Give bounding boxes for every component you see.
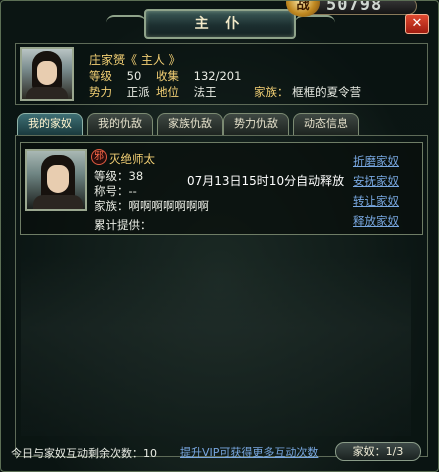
close-button[interactable]: ✕ [405, 14, 429, 34]
player-rank-row: 地位 法王 [156, 84, 217, 100]
tab-bar: 我的家奴 我的仇敌 家族仇敌 势力仇敌 动态信息 [15, 113, 428, 135]
servant-avatar-robe [33, 195, 83, 209]
servant-count-button[interactable]: 家奴：1/3 [335, 442, 421, 461]
tab-activity-info[interactable]: 动态信息 [293, 113, 359, 135]
player-faction-row: 势力 正派 [89, 84, 159, 100]
player-rank-label: 地位 [156, 85, 179, 99]
servant-family: 家族：啊啊啊啊啊啊啊 [94, 199, 209, 213]
player-family-row: 家族： 框框的夏令营 [254, 84, 361, 100]
player-rank-value: 法王 [193, 85, 217, 99]
player-avatar [20, 47, 74, 101]
player-level-row: 等级 50 [89, 68, 159, 84]
servant-title: 称号：-- [94, 184, 137, 198]
vip-upgrade-link[interactable]: 提升VIP可获得更多互动次数 [180, 444, 318, 460]
auto-release-time: 07月13日15时10分自动释放 [187, 174, 345, 188]
servant-avatar-face [47, 165, 69, 193]
comfort-servant-link[interactable]: 安抚家奴 [353, 173, 399, 189]
player-collect-row: 收集 132/201 [156, 68, 241, 84]
avatar-robe [26, 87, 68, 99]
avatar-face [37, 61, 57, 85]
player-level-value: 50 [126, 69, 142, 83]
player-faction-value: 正派 [126, 85, 150, 99]
title-ornament-right [295, 15, 335, 29]
tab-faction-enemies[interactable]: 势力仇敌 [223, 113, 289, 135]
player-collect-value: 132/201 [193, 69, 242, 83]
tab-family-enemies[interactable]: 家族仇敌 [157, 113, 223, 135]
servant-contribution: 累计提供： [94, 218, 152, 232]
release-servant-link[interactable]: 释放家奴 [353, 213, 399, 229]
player-collect-label: 收集 [156, 69, 179, 83]
combat-power-value: 50798 [326, 0, 383, 15]
player-family-value: 框框的夏令营 [292, 85, 362, 99]
title-ornament-left [106, 15, 146, 29]
transfer-servant-link[interactable]: 转让家奴 [353, 193, 399, 209]
player-level-label: 等级 [89, 69, 112, 83]
remaining-interactions: 今日与家奴互动剩余次数：10 [11, 447, 157, 460]
servant-level: 等级：38 [94, 169, 144, 183]
torture-servant-link[interactable]: 折磨家奴 [353, 153, 399, 169]
window-title: 主 仆 [144, 9, 296, 39]
player-faction-label: 势力 [89, 85, 112, 99]
servant-window: 主 仆 战 50798 ✕ 庄家赟《 主人 》 等级 50 收集 132/201… [0, 0, 439, 472]
servant-name: 灭绝师太 [109, 152, 155, 166]
tab-my-enemies[interactable]: 我的仇敌 [87, 113, 153, 135]
tab-my-servants[interactable]: 我的家奴 [17, 113, 83, 135]
player-family-label: 家族： [254, 85, 289, 99]
evil-faction-badge: 邪 [91, 149, 107, 165]
player-name: 庄家赟《 主人 》 [89, 53, 181, 67]
servant-avatar [25, 149, 87, 211]
